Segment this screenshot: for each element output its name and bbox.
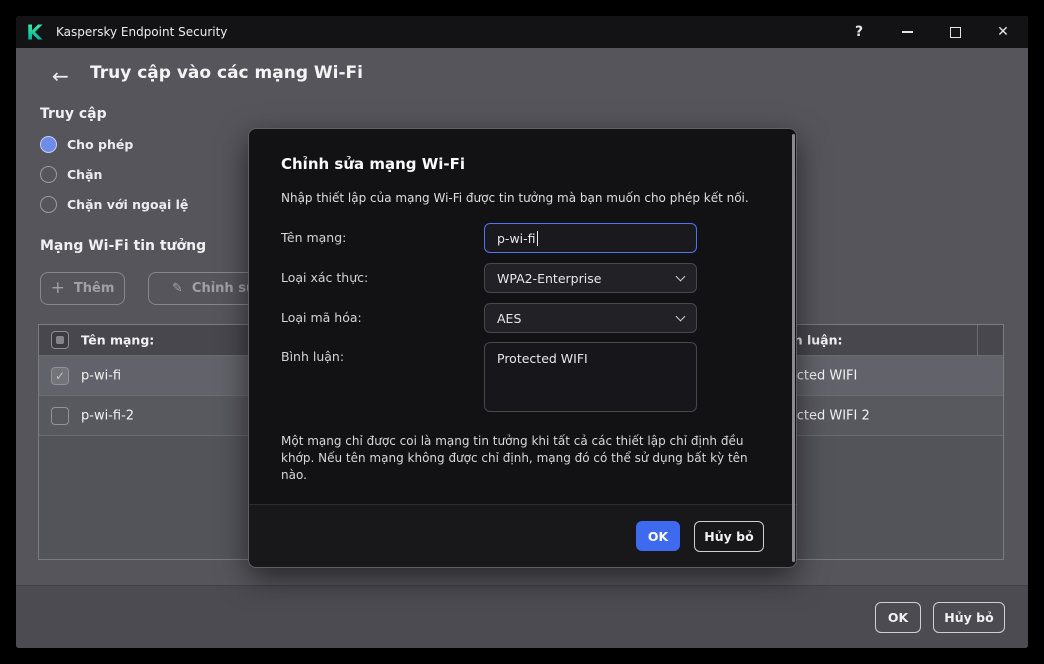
text-caret <box>536 230 538 246</box>
radio-label: Chặn <box>67 166 103 182</box>
window-footer: OK Hủy bỏ <box>16 585 1028 648</box>
dialog-footer: OK Hủy bỏ <box>249 504 796 567</box>
add-network-button[interactable]: + Thêm <box>40 272 125 305</box>
row-checkbox-unchecked[interactable] <box>51 406 69 425</box>
app-title: Kaspersky Endpoint Security <box>56 25 228 39</box>
trusted-networks-heading: Mạng Wi-Fi tin tưởng <box>40 238 207 254</box>
auth-type-value: WPA2-Enterprise <box>497 270 602 286</box>
pencil-icon: ✎ <box>172 281 183 296</box>
dialog-cancel-button[interactable]: Hủy bỏ <box>694 521 764 552</box>
encryption-type-label: Loại mã hóa: <box>281 310 362 325</box>
app-window: Kaspersky Endpoint Security ? ✕ ← Truy c… <box>16 16 1028 648</box>
minimize-icon[interactable] <box>889 16 925 48</box>
auth-type-label: Loại xác thực: <box>281 270 369 285</box>
comment-label: Bình luận: <box>281 349 345 364</box>
plus-icon: + <box>50 278 65 298</box>
dialog-ok-button[interactable]: OK <box>636 521 680 551</box>
maximize-icon[interactable] <box>937 16 973 48</box>
ok-button[interactable]: OK <box>875 602 921 633</box>
radio-label: Chặn với ngoại lệ <box>67 196 189 212</box>
radio-option-block[interactable]: Chặn <box>40 164 102 184</box>
row-checkbox-checked[interactable]: ✓ <box>51 366 69 385</box>
encryption-type-value: AES <box>497 310 522 326</box>
radio-unselected-icon <box>40 165 57 183</box>
chevron-down-icon <box>675 311 686 321</box>
radio-label: Cho phép <box>67 136 134 152</box>
network-name-cell: p-wi-fi-2 <box>81 408 135 423</box>
help-icon[interactable]: ? <box>841 16 877 48</box>
dialog-title: Chỉnh sửa mạng Wi-Fi <box>281 155 466 173</box>
comment-value: Protected WIFI <box>497 351 588 366</box>
kaspersky-logo-icon <box>28 24 43 40</box>
scrollbar-gutter <box>977 325 990 355</box>
radio-selected-icon <box>40 135 57 153</box>
dialog-note: Một mạng chỉ được coi là mạng tin tưởng … <box>281 434 748 483</box>
name-column-header: Tên mạng: <box>81 332 155 348</box>
cancel-button[interactable]: Hủy bỏ <box>933 602 1005 633</box>
access-section-heading: Truy cập <box>40 106 107 122</box>
radio-unselected-icon <box>40 195 57 213</box>
radio-option-block-with-exceptions[interactable]: Chặn với ngoại lệ <box>40 194 188 214</box>
back-arrow-icon[interactable]: ← <box>52 64 69 88</box>
edit-wifi-dialog: Chỉnh sửa mạng Wi-Fi Nhập thiết lập của … <box>248 128 797 568</box>
network-name-value: p-wi-fi <box>497 230 536 246</box>
comment-textarea[interactable]: Protected WIFI <box>484 342 697 412</box>
titlebar: Kaspersky Endpoint Security ? ✕ <box>16 16 1028 48</box>
page-title: Truy cập vào các mạng Wi-Fi <box>90 63 363 83</box>
select-all-checkbox[interactable] <box>51 331 69 349</box>
dialog-scrollbar[interactable] <box>792 134 795 562</box>
page-content: ← Truy cập vào các mạng Wi-Fi Truy cập C… <box>16 48 1028 648</box>
network-name-cell: p-wi-fi <box>81 368 122 383</box>
footer-buttons: OK Hủy bỏ <box>875 602 1005 633</box>
chevron-down-icon <box>675 271 686 281</box>
network-name-input[interactable]: p-wi-fi <box>484 223 697 253</box>
network-name-label: Tên mạng: <box>281 230 347 245</box>
auth-type-select[interactable]: WPA2-Enterprise <box>484 263 697 293</box>
encryption-type-select[interactable]: AES <box>484 303 697 333</box>
add-button-label: Thêm <box>73 281 115 296</box>
radio-option-allow[interactable]: Cho phép <box>40 134 133 154</box>
dialog-description: Nhập thiết lập của mạng Wi-Fi được tin t… <box>281 191 749 205</box>
close-icon[interactable]: ✕ <box>985 16 1021 48</box>
